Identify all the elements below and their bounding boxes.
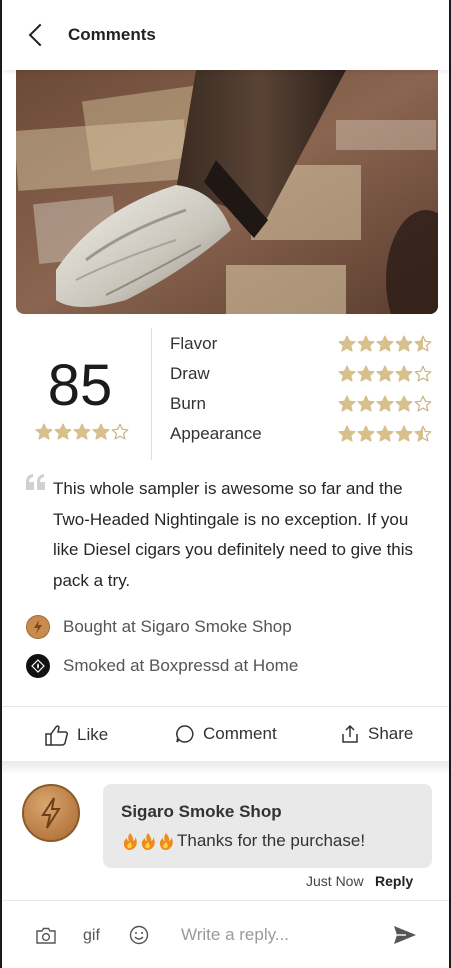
rating-label-flavor: Flavor bbox=[170, 334, 218, 353]
section-separator bbox=[2, 761, 449, 773]
star-filled-icon bbox=[73, 423, 91, 440]
smoked-at-row[interactable]: Smoked at Boxpressd at Home bbox=[26, 654, 298, 678]
rating-label-draw: Draw bbox=[170, 364, 210, 383]
reply-link[interactable]: Reply bbox=[375, 873, 413, 889]
star-filled-icon bbox=[395, 365, 413, 382]
star-empty-icon bbox=[111, 423, 129, 440]
star-filled-icon bbox=[395, 335, 413, 352]
star-filled-icon bbox=[357, 365, 375, 382]
share-icon bbox=[342, 724, 358, 743]
rating-label-appearance: Appearance bbox=[170, 424, 262, 443]
overall-score: 85 bbox=[47, 353, 113, 418]
send-icon[interactable] bbox=[393, 925, 417, 950]
star-filled-icon bbox=[357, 335, 375, 352]
star-filled-icon bbox=[92, 423, 110, 440]
page-title: Comments bbox=[68, 25, 156, 44]
action-bar: Like Comment Share bbox=[2, 707, 449, 761]
star-empty-icon bbox=[414, 365, 432, 382]
bought-at-row[interactable]: Bought at Sigaro Smoke Shop bbox=[26, 615, 292, 639]
app-screen: Comments 85 Flavor Draw Burn Appearance … bbox=[0, 0, 451, 968]
share-label: Share bbox=[368, 724, 414, 743]
cigar-photo bbox=[16, 70, 438, 314]
comment-body: Thanks for the purchase! bbox=[121, 831, 365, 851]
comment-author[interactable]: Sigaro Smoke Shop bbox=[121, 802, 282, 822]
emoji-icon[interactable] bbox=[129, 925, 149, 950]
star-half-icon bbox=[414, 335, 432, 352]
overall-stars bbox=[35, 423, 129, 441]
star-half-icon bbox=[414, 425, 432, 442]
bolt-icon bbox=[41, 797, 61, 829]
bought-at-text: Bought at Sigaro Smoke Shop bbox=[63, 617, 292, 636]
star-filled-icon bbox=[376, 335, 394, 352]
review-line: Two-Headed Nightingale is no exception. … bbox=[53, 509, 409, 529]
comment-text: Thanks for the purchase! bbox=[177, 831, 366, 850]
back-chevron-icon[interactable] bbox=[28, 23, 52, 47]
quote-icon bbox=[26, 474, 46, 495]
like-label: Like bbox=[77, 725, 109, 744]
thumbs-up-icon bbox=[45, 725, 69, 746]
star-filled-icon bbox=[54, 423, 72, 440]
fire-emoji-icon bbox=[121, 832, 175, 850]
ratings-section: 85 Flavor Draw Burn Appearance bbox=[2, 326, 449, 460]
review-text: This whole sampler is awesome so far and… bbox=[53, 474, 433, 596]
star-filled-icon bbox=[338, 365, 356, 382]
lounge-logo-icon bbox=[26, 654, 50, 678]
star-filled-icon bbox=[338, 425, 356, 442]
comment-timestamp: Just Now bbox=[306, 873, 364, 889]
smoked-at-text: Smoked at Boxpressd at Home bbox=[63, 656, 299, 675]
comment-label: Comment bbox=[203, 724, 277, 743]
star-filled-icon bbox=[338, 395, 356, 412]
review-line: like Diesel cigars you definitely need t… bbox=[53, 540, 414, 559]
star-filled-icon bbox=[357, 395, 375, 412]
rating-stars-draw bbox=[338, 365, 432, 383]
gif-button[interactable]: gif bbox=[83, 927, 100, 945]
rating-stars-flavor bbox=[338, 335, 432, 353]
star-empty-icon bbox=[414, 395, 432, 412]
review-line: pack a try. bbox=[53, 570, 131, 590]
shop-logo-icon bbox=[26, 615, 50, 639]
avatar[interactable] bbox=[22, 784, 80, 842]
star-filled-icon bbox=[338, 335, 356, 352]
star-filled-icon bbox=[395, 425, 413, 442]
star-filled-icon bbox=[395, 395, 413, 412]
reply-composer: gif bbox=[2, 900, 449, 968]
comment-bubble: Sigaro Smoke Shop Thanks for the purchas… bbox=[103, 784, 432, 868]
star-filled-icon bbox=[357, 425, 375, 442]
review-line: This whole sampler is awesome so far and… bbox=[53, 479, 403, 498]
rating-stars-appearance bbox=[338, 425, 432, 443]
ratings-divider bbox=[151, 328, 152, 460]
rating-label-burn: Burn bbox=[170, 394, 206, 413]
top-bar: Comments bbox=[2, 0, 449, 70]
speech-bubble-icon bbox=[176, 725, 194, 743]
like-button[interactable]: Like bbox=[45, 724, 108, 746]
comment-button[interactable]: Comment bbox=[175, 724, 277, 744]
camera-icon[interactable] bbox=[36, 927, 56, 949]
star-filled-icon bbox=[376, 395, 394, 412]
star-filled-icon bbox=[35, 423, 53, 440]
share-button[interactable]: Share bbox=[340, 724, 413, 744]
reply-input[interactable] bbox=[181, 925, 371, 945]
star-filled-icon bbox=[376, 365, 394, 382]
rating-stars-burn bbox=[338, 395, 432, 413]
star-filled-icon bbox=[376, 425, 394, 442]
